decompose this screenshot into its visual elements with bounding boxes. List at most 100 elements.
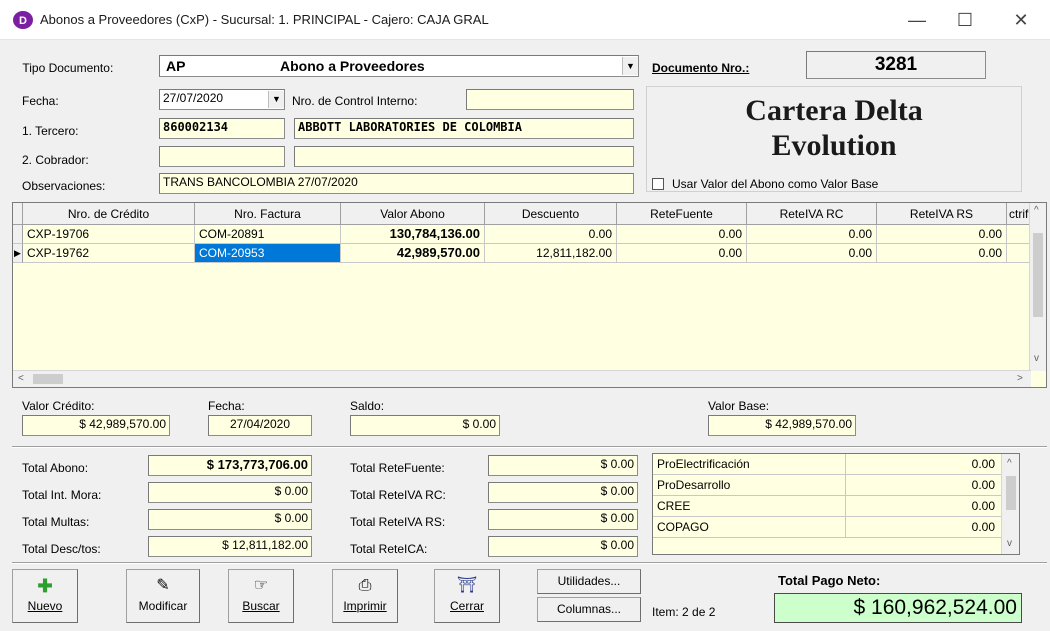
usar-valor-checkbox[interactable] bbox=[652, 178, 664, 190]
minimize-button[interactable]: — bbox=[902, 8, 932, 32]
window-title: Abonos a Proveedores (CxP) - Sucursal: 1… bbox=[40, 12, 489, 27]
cell-reteiva-rc[interactable]: 0.00 bbox=[747, 225, 877, 244]
valor-base-label: Valor Base: bbox=[708, 399, 770, 413]
list-item[interactable]: ProElectrificación 0.00 bbox=[653, 454, 1001, 475]
observaciones-input[interactable]: TRANS BANCOLOMBIA 27/07/2020 bbox=[159, 173, 634, 194]
documento-nro-label: Documento Nro.: bbox=[652, 61, 749, 75]
scroll-up-icon[interactable]: ^ bbox=[1007, 458, 1012, 469]
col-descuento[interactable]: Descuento bbox=[485, 203, 617, 225]
vertical-scroll-thumb[interactable] bbox=[1033, 233, 1043, 317]
grid-corner bbox=[13, 203, 23, 225]
delta-logo-icon: D bbox=[13, 11, 33, 29]
col-nro-factura[interactable]: Nro. Factura bbox=[195, 203, 341, 225]
scroll-right-icon[interactable]: > bbox=[1017, 373, 1023, 384]
column-divider bbox=[845, 475, 846, 496]
extra-value: 0.00 bbox=[971, 520, 995, 534]
close-button[interactable]: ✕ bbox=[1006, 8, 1036, 32]
col-valor-abono[interactable]: Valor Abono bbox=[341, 203, 485, 225]
cell-nro-credito[interactable]: CXP-19762 bbox=[23, 244, 195, 263]
plus-icon: ✚ bbox=[37, 576, 53, 596]
saldo-label: Saldo: bbox=[350, 399, 385, 413]
cell-nro-factura[interactable]: COM-20891 bbox=[195, 225, 341, 244]
abonos-grid[interactable]: Nro. de Crédito Nro. Factura Valor Abono… bbox=[12, 202, 1047, 388]
extra-name: COPAGO bbox=[657, 520, 709, 534]
observaciones-label: Observaciones: bbox=[22, 179, 106, 193]
list-item[interactable]: ProDesarrollo 0.00 bbox=[653, 475, 1001, 496]
fecha-picker[interactable]: 27/07/2020 ▼ bbox=[159, 89, 285, 110]
cell-ctrifi[interactable] bbox=[1007, 225, 1031, 244]
scroll-left-icon[interactable]: < bbox=[18, 373, 24, 384]
current-row-marker-icon[interactable]: ▶ bbox=[13, 244, 23, 263]
cerrar-label: Cerrar bbox=[449, 599, 484, 613]
imprimir-label: Imprimir bbox=[343, 599, 387, 613]
modificar-button[interactable]: ✎ Modificar bbox=[126, 569, 200, 623]
search-hand-icon: ☞ bbox=[253, 577, 269, 594]
col-reteiva-rs[interactable]: ReteIVA RS bbox=[877, 203, 1007, 225]
title-bar: D Abonos a Proveedores (CxP) - Sucursal:… bbox=[0, 0, 1050, 40]
col-retefuente[interactable]: ReteFuente bbox=[617, 203, 747, 225]
cell-ctrifi[interactable] bbox=[1007, 244, 1031, 263]
extras-scroll-thumb[interactable] bbox=[1006, 476, 1016, 510]
cobrador-id-input[interactable] bbox=[159, 146, 285, 167]
multas-label: Total Multas: bbox=[22, 515, 90, 529]
cell-nro-factura-selected[interactable]: COM-20953 bbox=[195, 244, 341, 263]
reteica-label: Total ReteICA: bbox=[350, 542, 428, 556]
col-nro-credito[interactable]: Nro. de Crédito bbox=[23, 203, 195, 225]
brand-line-2: Evolution bbox=[771, 129, 897, 162]
reteiva-rc-label: Total ReteIVA RC: bbox=[350, 488, 446, 502]
grid-horizontal-scrollbar[interactable]: < > bbox=[13, 370, 1031, 387]
nuevo-button[interactable]: ✚ Nuevo bbox=[12, 569, 78, 623]
extras-scrollbar[interactable]: ^ v bbox=[1001, 454, 1019, 554]
tercero-id-input[interactable]: 860002134 bbox=[159, 118, 285, 139]
tipo-documento-combo[interactable]: AP Abono a Proveedores ▼ bbox=[159, 55, 639, 77]
tercero-name-field: ABBOTT LABORATORIES DE COLOMBIA bbox=[294, 118, 634, 139]
imprimir-button[interactable]: ⎙ Imprimir bbox=[332, 569, 398, 623]
fecha-label: Fecha: bbox=[22, 94, 59, 108]
scroll-up-icon[interactable]: ^ bbox=[1034, 205, 1039, 216]
row-marker[interactable] bbox=[13, 225, 23, 244]
col-reteiva-rc[interactable]: ReteIVA RC bbox=[747, 203, 877, 225]
tipo-name: Abono a Proveedores bbox=[280, 58, 425, 74]
maximize-button[interactable]: ☐ bbox=[950, 8, 980, 32]
chevron-down-icon[interactable]: ▼ bbox=[622, 57, 638, 75]
documento-nro-label-text: Documento Nro.: bbox=[652, 61, 750, 75]
grid-vertical-scrollbar[interactable]: ^ v bbox=[1029, 203, 1046, 371]
divider bbox=[12, 446, 1047, 448]
cell-valor-abono[interactable]: 42,989,570.00 bbox=[341, 244, 485, 263]
cell-reteiva-rs[interactable]: 0.00 bbox=[877, 244, 1007, 263]
cell-reteiva-rc[interactable]: 0.00 bbox=[747, 244, 877, 263]
svg-text:D: D bbox=[19, 15, 27, 27]
extras-list[interactable]: ProElectrificación 0.00 ProDesarrollo 0.… bbox=[652, 453, 1020, 555]
cell-descuento[interactable]: 12,811,182.00 bbox=[485, 244, 617, 263]
columnas-button[interactable]: Columnas... bbox=[537, 597, 641, 622]
valor-base-field: $ 42,989,570.00 bbox=[708, 415, 856, 436]
cell-descuento[interactable]: 0.00 bbox=[485, 225, 617, 244]
saldo-field: $ 0.00 bbox=[350, 415, 500, 436]
col-ctrifi[interactable]: ctrifi bbox=[1007, 203, 1031, 225]
total-abono-field: $ 173,773,706.00 bbox=[148, 455, 312, 476]
list-item[interactable]: COPAGO 0.00 bbox=[653, 517, 1001, 538]
extra-name: CREE bbox=[657, 499, 691, 513]
buscar-button[interactable]: ☞ Buscar bbox=[228, 569, 294, 623]
cerrar-button[interactable]: ⛩ Cerrar bbox=[434, 569, 500, 623]
control-interno-label: Nro. de Control Interno: bbox=[292, 94, 418, 108]
usar-valor-label: Usar Valor del Abono como Valor Base bbox=[672, 177, 879, 191]
cell-reteiva-rs[interactable]: 0.00 bbox=[877, 225, 1007, 244]
extra-name: ProDesarrollo bbox=[657, 478, 731, 492]
cell-retefuente[interactable]: 0.00 bbox=[617, 244, 747, 263]
scroll-down-icon[interactable]: v bbox=[1034, 353, 1039, 364]
calendar-dropdown-icon[interactable]: ▼ bbox=[268, 91, 284, 108]
int-mora-label: Total Int. Mora: bbox=[22, 488, 102, 502]
modificar-label: Modificar bbox=[138, 599, 188, 613]
cell-valor-abono[interactable]: 130,784,136.00 bbox=[341, 225, 485, 244]
utilidades-button[interactable]: Utilidades... bbox=[537, 569, 641, 594]
reteiva-rs-label: Total ReteIVA RS: bbox=[350, 515, 446, 529]
list-item[interactable]: CREE 0.00 bbox=[653, 496, 1001, 517]
control-interno-input[interactable] bbox=[466, 89, 634, 110]
cobrador-label: 2. Cobrador: bbox=[22, 153, 89, 167]
horizontal-scroll-thumb[interactable] bbox=[33, 374, 63, 384]
valor-credito-field: $ 42,989,570.00 bbox=[22, 415, 170, 436]
cell-nro-credito[interactable]: CXP-19706 bbox=[23, 225, 195, 244]
scroll-down-icon[interactable]: v bbox=[1007, 538, 1012, 549]
cell-retefuente[interactable]: 0.00 bbox=[617, 225, 747, 244]
